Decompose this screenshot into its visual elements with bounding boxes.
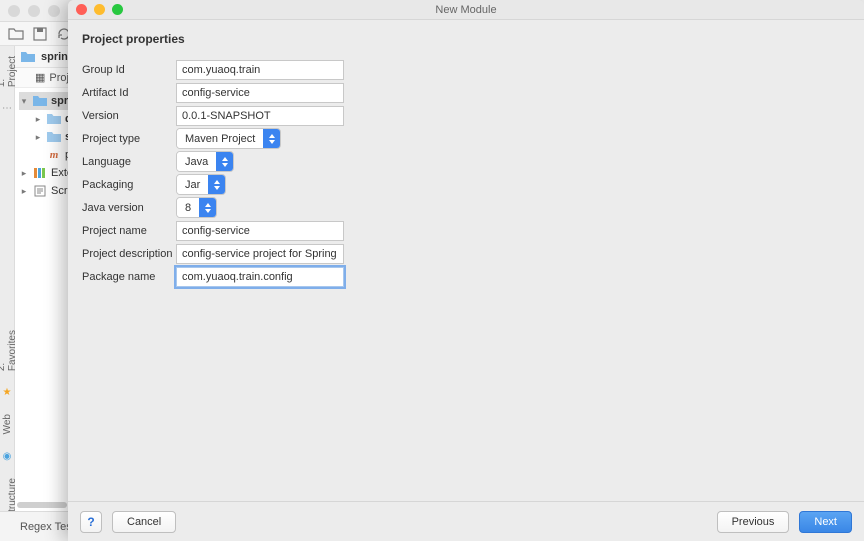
packaging-value: Jar xyxy=(177,175,208,194)
dialog-title: New Module xyxy=(435,4,496,16)
left-tool-rail: 1: Project ⋯ 2: Favorites ★ Web ◉ 7: Str… xyxy=(0,46,15,511)
library-icon xyxy=(33,166,47,180)
label-package-name: Package name xyxy=(82,271,176,283)
chevron-right-icon: ▸ xyxy=(19,186,29,197)
project-type-select[interactable]: Maven Project xyxy=(176,128,281,149)
java-version-value: 8 xyxy=(177,198,199,217)
label-packaging: Packaging xyxy=(82,179,176,191)
dialog-titlebar[interactable]: New Module xyxy=(68,0,864,20)
chevron-right-icon: ▸ xyxy=(33,114,43,125)
folder-icon xyxy=(47,130,61,144)
new-module-dialog: New Module Project properties Group Id A… xyxy=(68,0,864,541)
dialog-body: Project properties Group Id Artifact Id … xyxy=(68,20,864,501)
label-version: Version xyxy=(82,110,176,122)
back-traffic-max xyxy=(48,5,60,17)
language-value: Java xyxy=(177,152,216,171)
scratches-icon xyxy=(33,184,47,198)
minimize-icon[interactable] xyxy=(94,4,105,15)
packaging-select[interactable]: Jar xyxy=(176,174,226,195)
chevron-right-icon: ▸ xyxy=(33,132,43,143)
project-description-field[interactable] xyxy=(176,244,344,264)
back-traffic-close xyxy=(8,5,20,17)
label-artifact-id: Artifact Id xyxy=(82,87,176,99)
label-project-description: Project description xyxy=(82,248,176,260)
group-id-field[interactable] xyxy=(176,60,344,80)
rail-divider-icon: ⋯ xyxy=(2,103,12,114)
horizontal-scrollbar[interactable] xyxy=(17,502,67,508)
package-name-field[interactable] xyxy=(176,267,344,287)
chevron-down-icon: ▾ xyxy=(19,96,29,107)
next-button[interactable]: Next xyxy=(799,511,852,533)
label-project-name: Project name xyxy=(82,225,176,237)
java-version-select[interactable]: 8 xyxy=(176,197,217,218)
save-icon[interactable] xyxy=(32,26,48,42)
project-name-field[interactable] xyxy=(176,221,344,241)
project-type-value: Maven Project xyxy=(177,129,263,148)
folder-icon xyxy=(33,94,47,108)
label-java-version: Java version xyxy=(82,202,176,214)
chevron-right-icon: ▸ xyxy=(19,168,29,179)
language-select[interactable]: Java xyxy=(176,151,234,172)
version-field[interactable] xyxy=(176,106,344,126)
dialog-footer: ? Cancel Previous Next xyxy=(68,501,864,541)
artifact-id-field[interactable] xyxy=(176,83,344,103)
cancel-button[interactable]: Cancel xyxy=(112,511,176,533)
label-project-type: Project type xyxy=(82,133,176,145)
label-group-id: Group Id xyxy=(82,64,176,76)
statusbar-text: Regex Tes xyxy=(20,521,72,533)
rail-web-label[interactable]: Web xyxy=(2,414,13,434)
help-button[interactable]: ? xyxy=(80,511,102,533)
folder-icon xyxy=(47,112,61,126)
previous-button[interactable]: Previous xyxy=(717,511,790,533)
section-title: Project properties xyxy=(82,32,850,46)
select-stepper-icon xyxy=(199,198,216,217)
maven-file-icon: m xyxy=(47,148,61,162)
select-stepper-icon xyxy=(216,152,233,171)
star-icon: ★ xyxy=(3,387,12,398)
label-language: Language xyxy=(82,156,176,168)
select-stepper-icon xyxy=(263,129,280,148)
folder-open-icon[interactable] xyxy=(8,26,24,42)
back-traffic-min xyxy=(28,5,40,17)
rail-project-label[interactable]: 1: Project xyxy=(0,56,18,87)
globe-icon: ◉ xyxy=(3,451,12,462)
close-icon[interactable] xyxy=(76,4,87,15)
rail-favorites-label[interactable]: 2: Favorites xyxy=(0,330,18,371)
zoom-icon[interactable] xyxy=(112,4,123,15)
dialog-traffic-lights xyxy=(76,4,123,15)
select-stepper-icon xyxy=(208,175,225,194)
folder-icon xyxy=(21,51,35,63)
